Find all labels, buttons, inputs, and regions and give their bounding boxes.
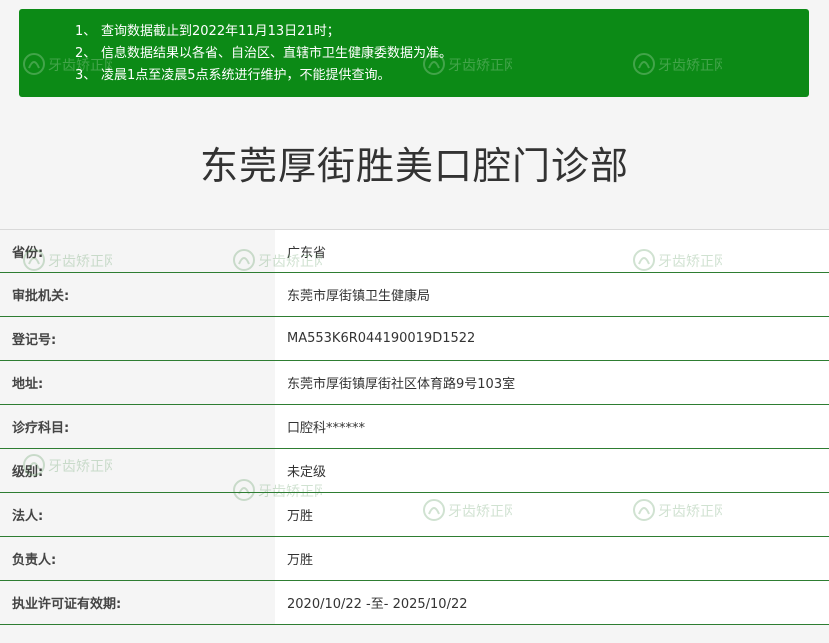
table-row: 诊疗科目: 口腔科****** (0, 405, 829, 449)
table-row: 地址: 东莞市厚街镇厚街社区体育路9号103室 (0, 361, 829, 405)
table-row: 级别: 未定级 (0, 449, 829, 493)
row-value-legal-person: 万胜 (275, 493, 829, 536)
row-label-address: 地址: (0, 361, 275, 404)
table-row: 负责人: 万胜 (0, 537, 829, 581)
row-label-registration-number: 登记号: (0, 317, 275, 360)
table-row: 执业许可证有效期: 2020/10/22 -至- 2025/10/22 (0, 581, 829, 625)
row-value-license-validity: 2020/10/22 -至- 2025/10/22 (275, 581, 829, 624)
row-label-license-validity: 执业许可证有效期: (0, 581, 275, 624)
notice-item-1: 1、 查询数据截止到2022年11月13日21时； (75, 21, 809, 43)
row-value-person-in-charge: 万胜 (275, 537, 829, 580)
row-value-province: 广东省 (275, 230, 829, 272)
notice-item-text: 查询数据截止到2022年11月13日21时； (101, 24, 340, 39)
notice-item-number: 2、 (75, 46, 97, 61)
clinic-info-table: 省份: 广东省 审批机关: 东莞市厚街镇卫生健康局 登记号: MA553K6R0… (0, 229, 829, 625)
notice-item-3: 3、 凌晨1点至凌晨5点系统进行维护，不能提供查询。 (75, 65, 809, 87)
table-row: 登记号: MA553K6R044190019D1522 (0, 317, 829, 361)
notice-item-text: 信息数据结果以各省、自治区、直辖市卫生健康委数据为准。 (101, 46, 453, 61)
notice-item-text: 凌晨1点至凌晨5点系统进行维护，不能提供查询。 (101, 68, 391, 83)
row-label-legal-person: 法人: (0, 493, 275, 536)
row-value-departments: 口腔科****** (275, 405, 829, 448)
row-value-level: 未定级 (275, 449, 829, 492)
notice-item-2: 2、 信息数据结果以各省、自治区、直辖市卫生健康委数据为准。 (75, 43, 809, 65)
row-value-approval-authority: 东莞市厚街镇卫生健康局 (275, 273, 829, 316)
notice-item-number: 1、 (75, 24, 97, 39)
row-value-address: 东莞市厚街镇厚街社区体育路9号103室 (275, 361, 829, 404)
table-row: 省份: 广东省 (0, 229, 829, 273)
notice-item-number: 3、 (75, 68, 97, 83)
row-label-level: 级别: (0, 449, 275, 492)
table-row: 法人: 万胜 (0, 493, 829, 537)
notice-banner: 1、 查询数据截止到2022年11月13日21时； 2、 信息数据结果以各省、自治区… (19, 9, 809, 97)
table-row: 审批机关: 东莞市厚街镇卫生健康局 (0, 273, 829, 317)
clinic-name-title: 东莞厚街胜美口腔门诊部 (199, 144, 629, 188)
row-label-approval-authority: 审批机关: (0, 273, 275, 316)
row-label-person-in-charge: 负责人: (0, 537, 275, 580)
row-label-departments: 诊疗科目: (0, 405, 275, 448)
row-label-province: 省份: (0, 230, 275, 272)
row-value-registration-number: MA553K6R044190019D1522 (275, 317, 829, 360)
